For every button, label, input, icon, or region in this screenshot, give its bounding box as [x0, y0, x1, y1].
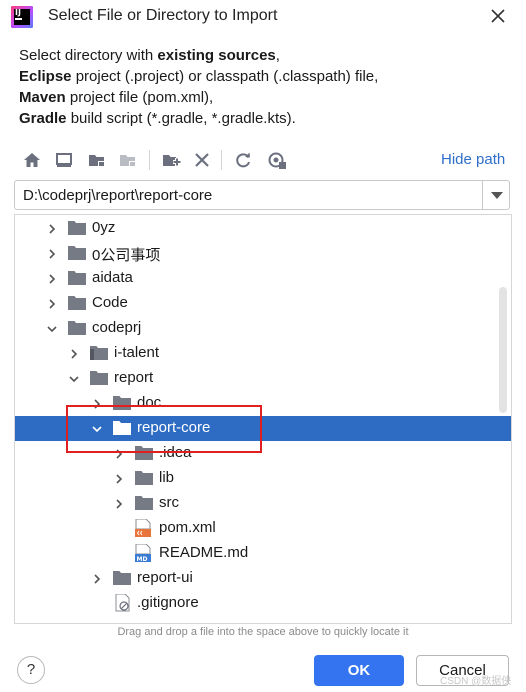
help-button[interactable]: ?	[17, 656, 45, 684]
intellij-app-icon: IJ	[11, 6, 33, 28]
folder-icon	[135, 445, 153, 460]
tree-item-label: Code	[92, 294, 128, 311]
tree-item-lib[interactable]: lib	[15, 466, 511, 491]
folder-icon	[113, 420, 131, 435]
path-input[interactable]	[15, 181, 481, 209]
close-icon[interactable]	[488, 6, 508, 26]
tree-item-src[interactable]: src	[15, 491, 511, 516]
folder-icon	[135, 470, 153, 485]
tree-item-label: pom.xml	[159, 519, 216, 536]
tree-item-label: doc	[137, 394, 162, 411]
chevron-right-icon[interactable]	[113, 497, 125, 509]
ignored-file-icon	[115, 593, 131, 612]
tree-item-label: 0yz	[92, 219, 116, 236]
tree-item-label: .idea	[159, 444, 192, 461]
tree-item-label: .gitignore	[137, 594, 199, 611]
tree-scrollbar[interactable]	[499, 287, 507, 413]
chevron-down-icon[interactable]	[68, 372, 80, 384]
watermark: CSDN @数据侠	[440, 676, 512, 687]
refresh-icon[interactable]	[232, 149, 254, 171]
tree-item-label: report	[114, 369, 154, 386]
tree-item-doc[interactable]: doc	[15, 391, 511, 416]
folder-icon	[90, 370, 108, 385]
tree-item-report-core[interactable]: report-core	[15, 416, 511, 441]
tree-item-pom-xml[interactable]: pom.xml	[15, 516, 511, 541]
tree-item-i-talent[interactable]: i-talent	[15, 341, 511, 366]
chevron-right-icon[interactable]	[91, 397, 103, 409]
show-hidden-icon[interactable]	[266, 149, 288, 171]
tree-item-0yz[interactable]: 0yz	[15, 216, 511, 241]
tree-item-label: 0公司事项	[92, 247, 161, 264]
hide-path-link[interactable]: Hide path	[441, 151, 505, 168]
folder-icon	[113, 395, 131, 410]
tree-item-gitignore[interactable]: .gitignore	[15, 591, 511, 616]
desktop-icon[interactable]	[53, 149, 75, 171]
dialog-description: Select directory with existing sources, …	[19, 47, 379, 127]
chevron-down-icon[interactable]	[91, 422, 103, 434]
title-bar: IJ Select File or Directory to Import	[0, 0, 526, 34]
ok-button[interactable]: OK	[314, 655, 404, 686]
tree-item-label: report-ui	[137, 569, 193, 586]
file-tree[interactable]: 0yz 0公司事项 aidata Code codeprj i-talent r…	[14, 214, 512, 624]
tree-item-report-ui[interactable]: report-ui	[15, 566, 511, 591]
folder-icon	[68, 270, 86, 285]
maven-file-icon	[135, 518, 151, 537]
tree-item-codeprj[interactable]: codeprj	[15, 316, 511, 341]
module-folder-icon	[90, 345, 108, 360]
tree-item-label: lib	[159, 469, 175, 486]
drag-drop-hint: Drag and drop a file into the space abov…	[117, 626, 409, 638]
chevron-down-icon[interactable]	[482, 181, 510, 209]
folder-icon	[113, 570, 131, 585]
tree-item-label: README.md	[159, 544, 249, 561]
folder-icon	[68, 320, 86, 335]
tree-item-readme-md[interactable]: MD README.md	[15, 541, 511, 566]
project-folder-icon[interactable]	[86, 149, 108, 171]
new-folder-icon[interactable]	[160, 149, 182, 171]
svg-text:MD: MD	[137, 556, 148, 562]
tree-item-report[interactable]: report	[15, 366, 511, 391]
tree-item-label: codeprj	[92, 319, 142, 336]
dialog-title: Select File or Directory to Import	[48, 7, 278, 24]
tree-item-code[interactable]: Code	[15, 291, 511, 316]
chevron-right-icon[interactable]	[113, 447, 125, 459]
markdown-file-icon: MD	[135, 543, 151, 563]
chevron-right-icon[interactable]	[46, 297, 58, 309]
path-combo-box[interactable]	[14, 180, 510, 210]
chevron-right-icon[interactable]	[46, 272, 58, 284]
delete-icon[interactable]	[191, 149, 213, 171]
tree-item-label: aidata	[92, 269, 133, 286]
folder-icon	[68, 295, 86, 310]
tree-item-idea[interactable]: .idea	[15, 441, 511, 466]
folder-icon	[68, 220, 86, 235]
file-chooser-toolbar: Hide path	[14, 145, 514, 175]
chevron-right-icon[interactable]	[113, 472, 125, 484]
chevron-down-icon[interactable]	[46, 322, 58, 334]
chevron-right-icon[interactable]	[91, 572, 103, 584]
tree-item-aidata[interactable]: aidata	[15, 266, 511, 291]
folder-icon	[68, 245, 86, 260]
tree-item-company-matters[interactable]: 0公司事项	[15, 241, 511, 266]
tree-item-label: report-core	[137, 419, 211, 436]
chevron-right-icon[interactable]	[46, 247, 58, 259]
chevron-right-icon[interactable]	[46, 222, 58, 234]
chevron-right-icon[interactable]	[68, 347, 80, 359]
tree-item-label: i-talent	[114, 344, 160, 361]
module-folder-icon[interactable]	[117, 149, 139, 171]
folder-icon	[135, 495, 153, 510]
tree-item-label: src	[159, 494, 179, 511]
home-icon[interactable]	[21, 149, 43, 171]
